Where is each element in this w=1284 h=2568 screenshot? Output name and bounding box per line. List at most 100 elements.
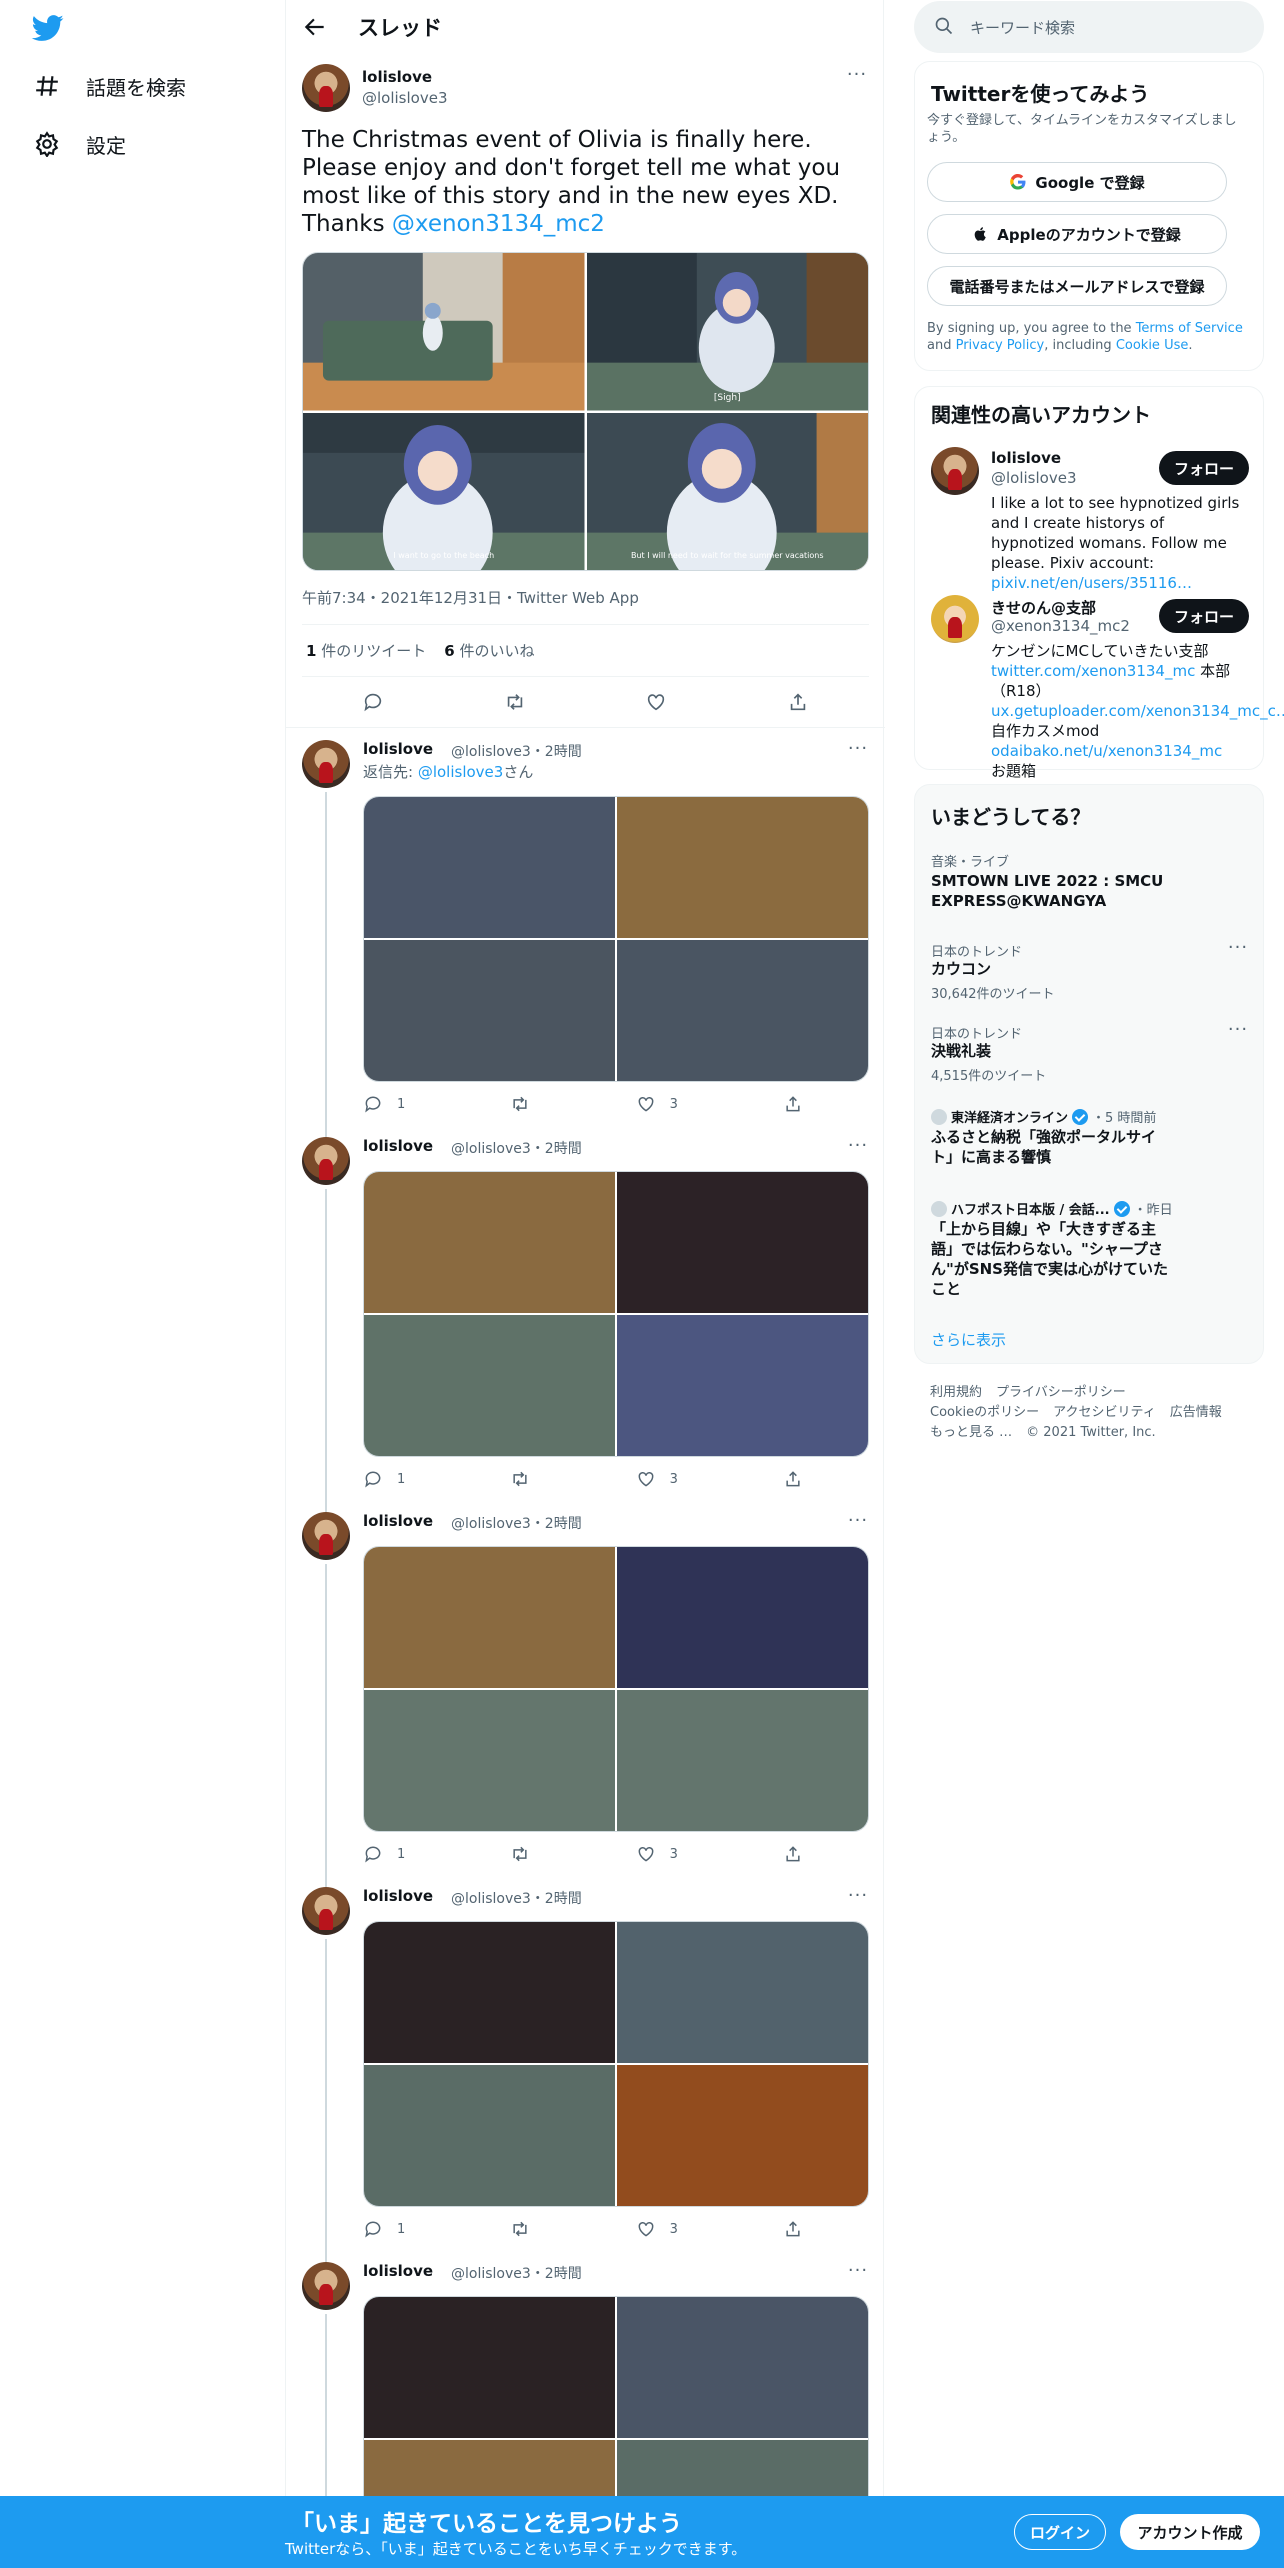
terms-of-service-link[interactable]: Terms of Service [1136, 321, 1243, 336]
nav-settings[interactable]: 設定 [32, 124, 126, 164]
login-button[interactable]: ログイン [1014, 2514, 1106, 2550]
reply-time[interactable]: ・2時間 [531, 1141, 582, 1157]
account-handle[interactable]: @lolislove3 [991, 469, 1077, 487]
more-icon[interactable]: ··· [1227, 1021, 1249, 1043]
reply-author-name[interactable]: lolislove [363, 1137, 433, 1155]
reply-time[interactable]: ・2時間 [531, 2266, 582, 2282]
back-arrow-icon[interactable] [302, 14, 328, 40]
retweet-button[interactable] [510, 1842, 530, 1866]
reply-media-grid[interactable] [363, 1546, 869, 1832]
share-button[interactable] [783, 1467, 803, 1491]
cookie-use-link[interactable]: Cookie Use [1116, 338, 1189, 353]
reply-author-name[interactable]: lolislove [363, 740, 433, 758]
media-image-1[interactable] [303, 253, 585, 411]
media-image[interactable] [364, 1922, 615, 2063]
media-grid[interactable]: [Sigh] I want to go to the beach But I w… [302, 252, 869, 571]
privacy-policy-link[interactable]: Privacy Policy [956, 338, 1045, 353]
account-handle[interactable]: @xenon3134_mc2 [991, 617, 1130, 635]
media-image-4[interactable]: But I will need to wait for the summer v… [586, 412, 868, 570]
media-image-2[interactable]: [Sigh] [586, 253, 868, 411]
reply-handle[interactable]: @lolislove3 [451, 1516, 531, 1532]
account-name[interactable]: きせのん@支部 [991, 597, 1096, 618]
media-image[interactable] [364, 1172, 615, 1313]
avatar[interactable] [302, 64, 350, 112]
reply-handle[interactable]: @lolislove3 [451, 1891, 531, 1907]
avatar[interactable] [931, 447, 979, 495]
media-image[interactable] [364, 2065, 615, 2206]
reply-media-grid[interactable] [363, 1171, 869, 1457]
more-icon[interactable]: ··· [847, 2262, 869, 2284]
footer-link[interactable]: もっと見る … [930, 1425, 1012, 1440]
media-image[interactable] [617, 1922, 868, 2063]
more-icon[interactable]: ··· [847, 1137, 869, 1159]
avatar[interactable] [302, 2262, 350, 2310]
follow-button[interactable]: フォロー [1159, 599, 1249, 633]
reply-media-grid[interactable] [363, 796, 869, 1082]
reply-author-name[interactable]: lolislove [363, 1887, 433, 1905]
media-image[interactable] [364, 797, 615, 938]
bio-link[interactable]: odaibako.net/u/xenon3134_mc [991, 742, 1222, 760]
media-image[interactable] [364, 1315, 615, 1456]
media-image[interactable] [617, 2065, 868, 2206]
footer-link[interactable]: 広告情報 [1170, 1405, 1222, 1420]
share-button[interactable] [783, 1842, 803, 1866]
like-button[interactable]: 3 [636, 1467, 678, 1491]
reply-button[interactable]: 1 [363, 1092, 405, 1116]
like-icon[interactable] [645, 691, 667, 713]
media-image-3[interactable]: I want to go to the beach [303, 412, 585, 570]
share-button[interactable] [783, 2217, 803, 2241]
phone-signup-button[interactable]: 電話番号またはメールアドレスで登録 [927, 266, 1227, 306]
share-icon[interactable] [787, 691, 809, 713]
reply-author-name[interactable]: lolislove [363, 1512, 433, 1530]
share-button[interactable] [783, 1092, 803, 1116]
media-image[interactable] [617, 1690, 868, 1831]
reply-to-link[interactable]: @lolislove3 [418, 763, 504, 781]
reply-button[interactable]: 1 [363, 1467, 405, 1491]
more-icon[interactable]: ··· [847, 1512, 869, 1534]
footer-link[interactable]: 利用規約 [930, 1385, 982, 1400]
footer-link[interactable]: アクセシビリティ [1053, 1405, 1156, 1420]
more-icon[interactable]: ··· [1227, 939, 1249, 961]
reply-handle[interactable]: @lolislove3 [451, 744, 531, 760]
retweet-icon[interactable] [504, 691, 526, 713]
reply-button[interactable]: 1 [363, 1842, 405, 1866]
follow-button[interactable]: フォロー [1159, 451, 1249, 485]
media-image[interactable] [617, 1547, 868, 1688]
retweet-stat[interactable]: 1 件のリツイート [306, 640, 426, 661]
tweet-timestamp[interactable]: 午前7:34・2021年12月31日・Twitter Web App [302, 587, 639, 608]
footer-link[interactable]: プライバシーポリシー [996, 1385, 1126, 1400]
google-signup-button[interactable]: Google で登録 [927, 162, 1227, 202]
avatar[interactable] [302, 740, 350, 788]
more-icon[interactable]: ··· [847, 1887, 869, 1909]
author-name[interactable]: lolislove [362, 68, 432, 86]
media-image[interactable] [617, 1172, 868, 1313]
avatar[interactable] [302, 1887, 350, 1935]
media-image[interactable] [364, 2297, 615, 2438]
apple-signup-button[interactable]: Appleのアカウントで登録 [927, 214, 1227, 254]
avatar[interactable] [302, 1512, 350, 1560]
bio-link[interactable]: twitter.com/xenon3134_mc [991, 662, 1195, 680]
author-handle[interactable]: @lolislove3 [362, 89, 448, 107]
avatar[interactable] [302, 1137, 350, 1185]
like-button[interactable]: 3 [636, 2217, 678, 2241]
like-stat[interactable]: 6 件のいいね [444, 640, 534, 661]
search-box[interactable]: キーワード検索 [914, 1, 1264, 53]
reply-author-name[interactable]: lolislove [363, 2262, 433, 2280]
mention-link[interactable]: @xenon3134_mc2 [392, 211, 605, 237]
reply-media-grid[interactable] [363, 1921, 869, 2207]
media-image[interactable] [617, 940, 868, 1081]
footer-link[interactable]: Cookieのポリシー [930, 1405, 1039, 1420]
show-more-link[interactable]: さらに表示 [931, 1329, 1006, 1350]
media-image[interactable] [617, 2297, 868, 2438]
nav-explore[interactable]: 話題を検索 [32, 66, 186, 106]
reply-icon[interactable] [362, 691, 384, 713]
reply-time[interactable]: ・2時間 [531, 744, 582, 760]
like-button[interactable]: 3 [636, 1842, 678, 1866]
media-image[interactable] [617, 797, 868, 938]
bio-link[interactable]: ux.getuploader.com/xenon3134_mc_c… [991, 702, 1284, 720]
bio-link[interactable]: pixiv.net/en/users/35116… [991, 574, 1192, 592]
reply-time[interactable]: ・2時間 [531, 1891, 582, 1907]
retweet-button[interactable] [510, 2217, 530, 2241]
like-button[interactable]: 3 [636, 1092, 678, 1116]
media-image[interactable] [364, 1547, 615, 1688]
